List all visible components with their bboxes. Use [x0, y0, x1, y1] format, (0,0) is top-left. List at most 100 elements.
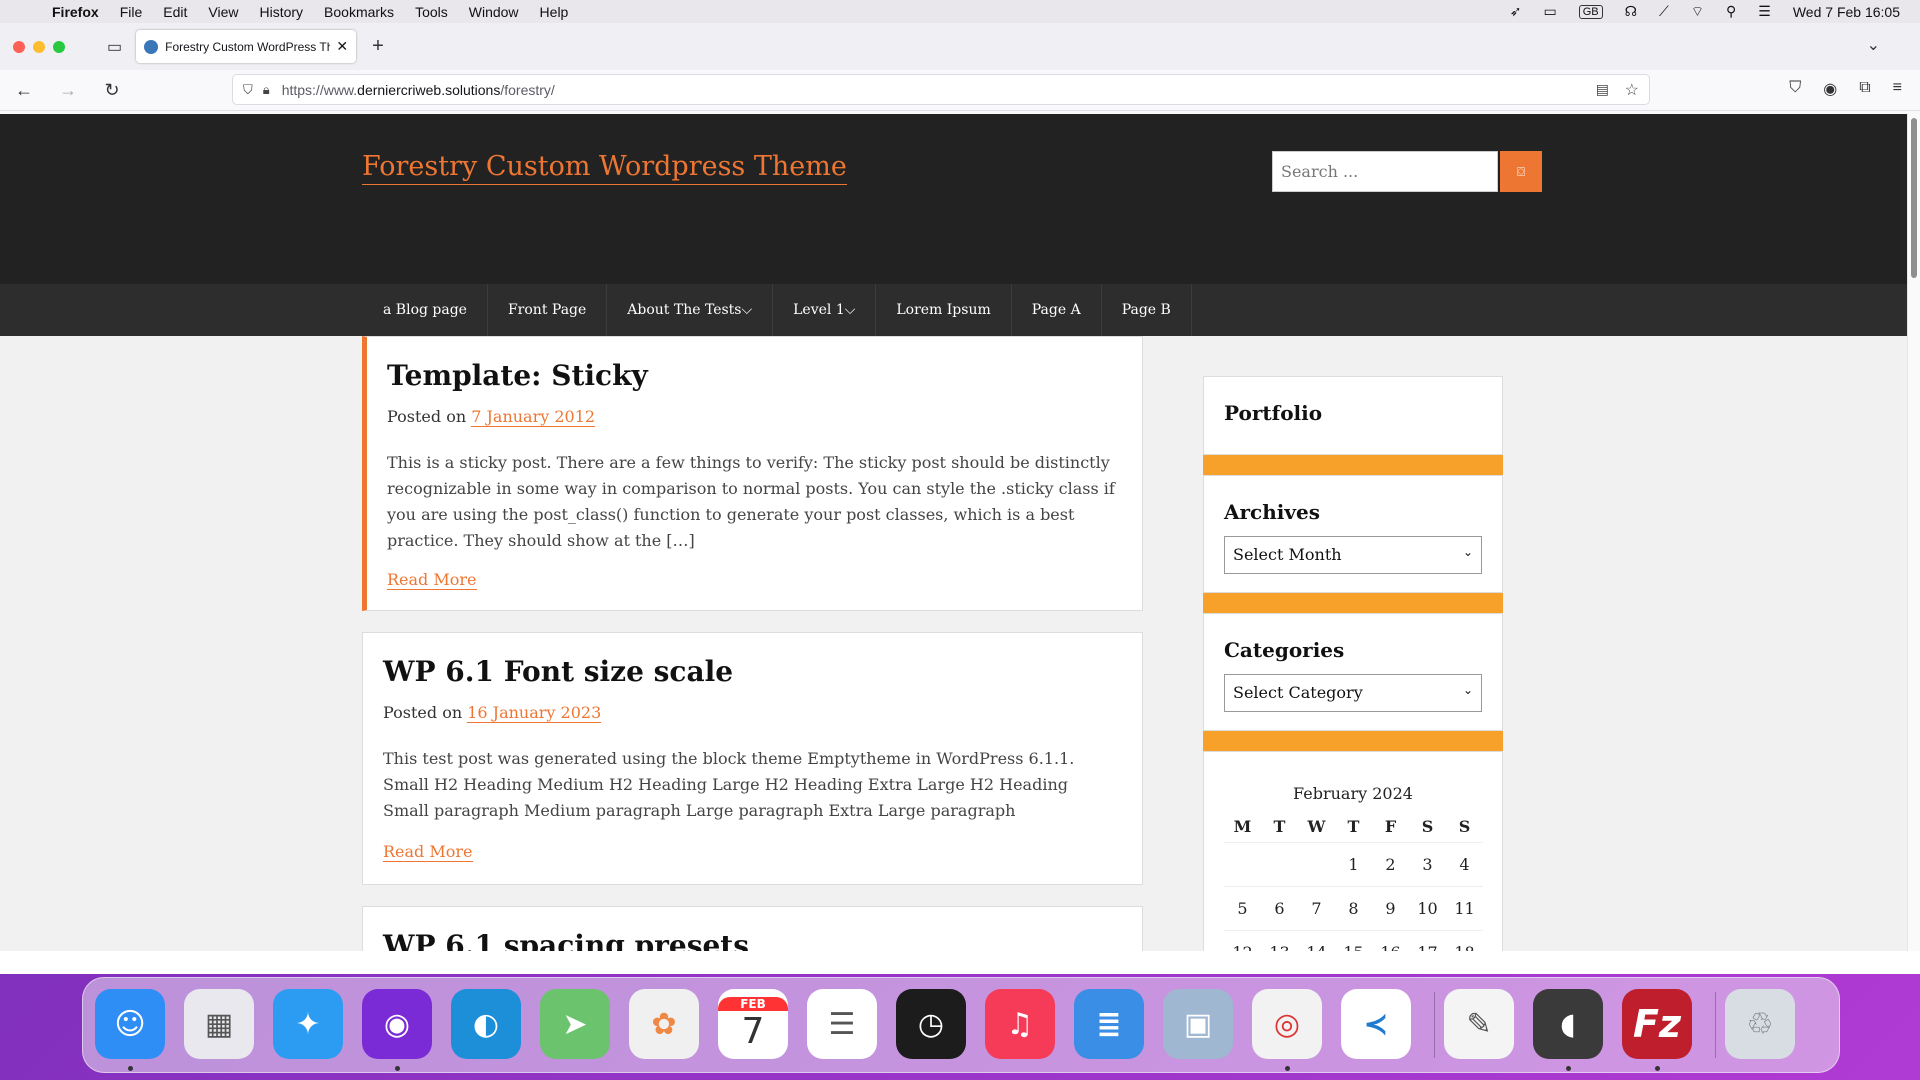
headphones-icon[interactable]: ☊ — [1625, 3, 1637, 20]
firefox-icon[interactable]: ◉ — [362, 989, 432, 1059]
calendar-day: 16 — [1372, 930, 1409, 951]
music-icon[interactable]: ♫ — [985, 989, 1055, 1059]
firefox-view-icon[interactable]: ▭ — [107, 37, 122, 57]
trash-icon[interactable]: ♲ — [1725, 989, 1795, 1059]
wifi-off-icon[interactable]: ⌔ — [1691, 3, 1704, 21]
bluetooth-off-icon[interactable]: ⟋ — [1659, 3, 1669, 20]
close-window-button[interactable] — [13, 40, 25, 53]
categories-select[interactable]: Select Category ⌄ — [1224, 674, 1482, 712]
calendar-month-label: FEB — [718, 996, 788, 1011]
calendar-day — [1261, 842, 1298, 887]
photos-icon[interactable]: ✿ — [629, 989, 699, 1059]
nav-item-page-a[interactable]: Page A — [1012, 284, 1102, 336]
hamburger-menu-icon[interactable]: ≡ — [1893, 79, 1902, 99]
calendar-day: 10 — [1409, 886, 1446, 931]
post-title[interactable]: WP 6.1 spacing presets — [383, 929, 749, 951]
clock-icon[interactable]: ◷ — [896, 989, 966, 1059]
scrollbar-thumb[interactable] — [1911, 118, 1917, 278]
calendar-icon[interactable]: FEB 7 — [718, 989, 788, 1059]
display-icon[interactable]: ▭ — [1543, 3, 1556, 20]
nav-item-blog-page[interactable]: a Blog page — [363, 284, 488, 336]
dock-divider — [1434, 992, 1435, 1058]
wordpress-favicon-icon — [144, 39, 159, 54]
post-excerpt: This test post was generated using the b… — [383, 749, 1075, 820]
window-controls — [13, 40, 65, 53]
zoom-window-button[interactable] — [53, 40, 65, 53]
close-tab-icon[interactable]: ✕ — [336, 38, 348, 55]
pocket-icon[interactable]: ⛉ — [1789, 79, 1801, 99]
post-title[interactable]: WP 6.1 Font size scale — [383, 655, 733, 688]
page-scrollbar[interactable] — [1907, 114, 1920, 951]
running-indicator — [1285, 1066, 1290, 1071]
maps-icon[interactable]: ➤ — [540, 989, 610, 1059]
menu-history[interactable]: History — [259, 4, 303, 20]
safari-icon[interactable]: ✦ — [273, 989, 343, 1059]
nav-item-level-1[interactable]: Level 1⌵ — [773, 284, 877, 336]
launchpad-icon[interactable]: ▦ — [184, 989, 254, 1059]
read-more-link[interactable]: Read More — [383, 842, 473, 862]
read-more-link[interactable]: Read More — [387, 570, 477, 590]
tableplus-icon[interactable]: ◖ — [1533, 989, 1603, 1059]
menu-file[interactable]: File — [120, 4, 143, 20]
back-button[interactable]: ← — [10, 80, 38, 101]
preview-icon[interactable]: ▣ — [1163, 989, 1233, 1059]
menu-view[interactable]: View — [208, 4, 238, 20]
forward-button[interactable]: → — [54, 80, 82, 101]
menu-tools[interactable]: Tools — [415, 4, 448, 20]
list-all-tabs-chevron-icon[interactable]: ⌄ — [1867, 35, 1880, 55]
status-area: ➶ ▭ GB ☊ ⟋ ⌔ ⚲ ☰ Wed 7 Feb 16:05 — [1510, 3, 1920, 21]
control-center-icon[interactable]: ☰ — [1758, 3, 1771, 20]
reload-button[interactable]: ↻ — [98, 80, 126, 101]
keyboard-layout-badge[interactable]: GB — [1578, 4, 1603, 19]
finder-icon[interactable]: ☺ — [95, 989, 165, 1059]
textedit-icon[interactable]: ✎ — [1444, 989, 1514, 1059]
reminders-icon[interactable]: ☰ — [807, 989, 877, 1059]
reader-view-icon[interactable]: ▤ — [1596, 81, 1609, 98]
running-indicator — [1655, 1066, 1660, 1071]
tracking-protection-shield-icon[interactable]: ⛉ — [243, 82, 253, 98]
calendar-day: 11 — [1446, 886, 1483, 931]
menu-edit[interactable]: Edit — [163, 4, 187, 20]
account-icon[interactable]: ◉ — [1823, 79, 1837, 99]
nav-item-front-page[interactable]: Front Page — [488, 284, 608, 336]
post-date-link[interactable]: 7 January 2012 — [471, 407, 596, 427]
menu-bookmarks[interactable]: Bookmarks — [324, 4, 394, 20]
archives-select[interactable]: Select Month ⌄ — [1224, 536, 1482, 574]
widget-archives: Archives Select Month ⌄ — [1203, 475, 1503, 593]
nav-item-page-b[interactable]: Page B — [1102, 284, 1192, 336]
extensions-icon[interactable]: ⧉ — [1859, 79, 1870, 99]
chrome-icon[interactable]: ◎ — [1252, 989, 1322, 1059]
nav-item-lorem-ipsum[interactable]: Lorem Ipsum — [876, 284, 1012, 336]
calendar-day: 3 — [1409, 842, 1446, 887]
post-font-size-scale: WP 6.1 Font size scale Posted on 16 Janu… — [362, 632, 1143, 885]
url-bar[interactable]: ⛉ 🔒︎ https://www.derniercriweb.solutions… — [232, 74, 1650, 105]
running-indicator — [395, 1066, 400, 1071]
new-tab-button[interactable]: + — [372, 35, 384, 58]
menubar-datetime[interactable]: Wed 7 Feb 16:05 — [1793, 4, 1900, 20]
menu-help[interactable]: Help — [540, 4, 569, 20]
rocket-icon[interactable]: ➶ — [1510, 3, 1522, 20]
search-input[interactable]: Search ... — [1272, 151, 1498, 192]
filezilla-icon[interactable]: Fz — [1622, 989, 1692, 1059]
site-title-link[interactable]: Forestry Custom Wordpress Theme — [362, 151, 847, 185]
url-text[interactable]: https://www.derniercriweb.solutions/fore… — [282, 82, 555, 98]
nav-item-about-the-tests[interactable]: About The Tests⌵ — [607, 284, 774, 336]
search-button[interactable]: ⌼ — [1500, 151, 1542, 192]
menu-app-firefox[interactable]: Firefox — [52, 4, 99, 20]
calendar-day: 4 — [1446, 842, 1483, 887]
post-title[interactable]: Template: Sticky — [387, 359, 648, 392]
database-icon[interactable]: ≣ — [1074, 989, 1144, 1059]
vscode-icon[interactable]: ≺ — [1341, 989, 1411, 1059]
web-page: By Forestry Custom Wordpress Theme Searc… — [0, 114, 1908, 951]
lock-icon[interactable]: 🔒︎ — [263, 82, 270, 98]
calendar-day: 1 — [1335, 842, 1372, 887]
bookmark-star-icon[interactable]: ☆ — [1625, 80, 1639, 100]
edge-icon[interactable]: ◐ — [451, 989, 521, 1059]
spotlight-search-icon[interactable]: ⚲ — [1726, 3, 1736, 20]
post-meta: Posted on 16 January 2023 — [383, 703, 602, 723]
post-date-link[interactable]: 16 January 2023 — [467, 703, 602, 723]
toolbar-right: ⛉ ◉ ⧉ ≡ — [1789, 79, 1902, 99]
minimize-window-button[interactable] — [33, 40, 45, 53]
menu-window[interactable]: Window — [469, 4, 519, 20]
tab-forestry[interactable]: Forestry Custom WordPress Th ✕ — [136, 30, 357, 63]
